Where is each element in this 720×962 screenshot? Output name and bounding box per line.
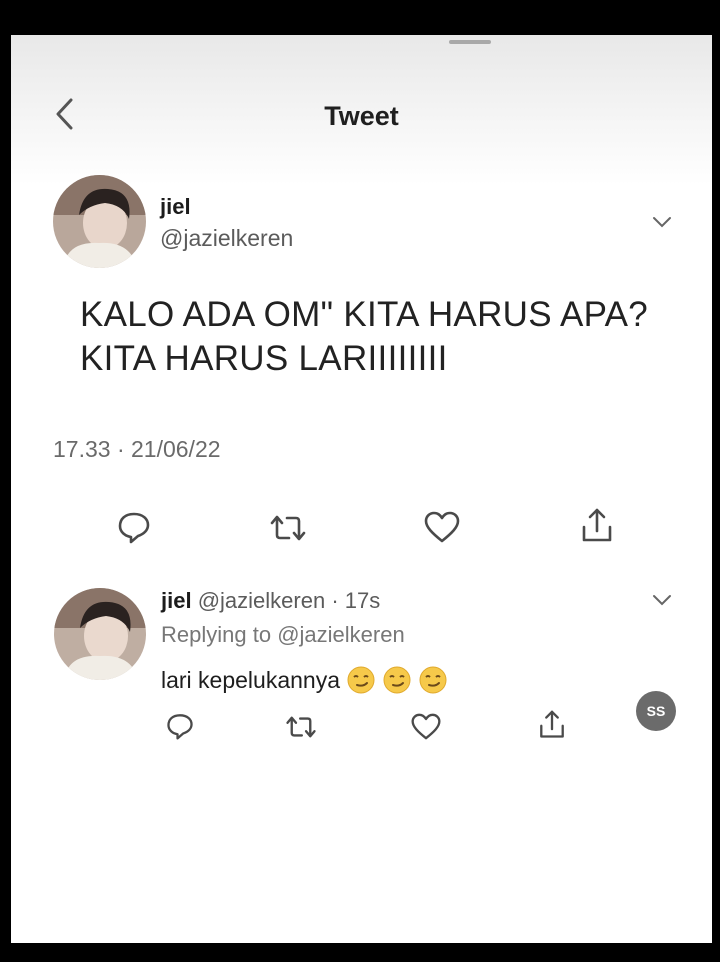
reply-author-name[interactable]: jiel (161, 588, 192, 613)
reply-options-button[interactable] (651, 593, 673, 607)
comment-icon[interactable] (166, 712, 194, 740)
smirk-emoji-icon (419, 666, 447, 694)
smirk-emoji-icon (347, 666, 375, 694)
replying-handle[interactable]: @jazielkeren (277, 622, 405, 647)
reply-avatar[interactable] (54, 588, 146, 680)
smirk-emoji-icon (383, 666, 411, 694)
share-icon[interactable] (538, 709, 566, 741)
heart-icon[interactable] (424, 511, 460, 543)
page-title: Tweet (324, 101, 399, 131)
tweet-text: KALO ADA OM" KITA HARUS APA? KITA HARUS … (80, 295, 649, 378)
tweet-author-name[interactable]: jiel (160, 194, 191, 220)
phone-screen: Tweet jiel @jazielkeren KALO ADA OM" KIT… (11, 35, 712, 943)
avatar[interactable] (53, 175, 146, 268)
chevron-down-icon (653, 217, 671, 228)
tweet-timestamp: 17.33 · 21/06/22 (53, 436, 221, 462)
replying-prefix: Replying to (161, 622, 278, 647)
retweet-icon[interactable] (285, 714, 317, 740)
reply-text-row: lari kepelukannya (161, 665, 448, 695)
reply-author[interactable]: jiel @jazielkeren · 17s (161, 588, 380, 614)
comment-icon[interactable] (117, 510, 151, 544)
sheet-handle[interactable] (449, 40, 491, 44)
heart-icon[interactable] (411, 713, 441, 740)
watermark-badge: SS (636, 691, 676, 731)
avatar-image (53, 175, 146, 268)
chevron-down-icon (653, 595, 671, 606)
reply-handle-time: @jazielkeren · 17s (197, 588, 381, 613)
tweet-author-handle[interactable]: @jazielkeren (160, 225, 293, 252)
share-icon[interactable] (580, 507, 614, 545)
tweet-options-button[interactable] (651, 215, 673, 229)
reply-text: lari kepelukannya (161, 666, 341, 693)
avatar-image (54, 588, 146, 680)
replying-to: Replying to @jazielkeren (161, 622, 405, 648)
retweet-icon[interactable] (269, 513, 307, 543)
